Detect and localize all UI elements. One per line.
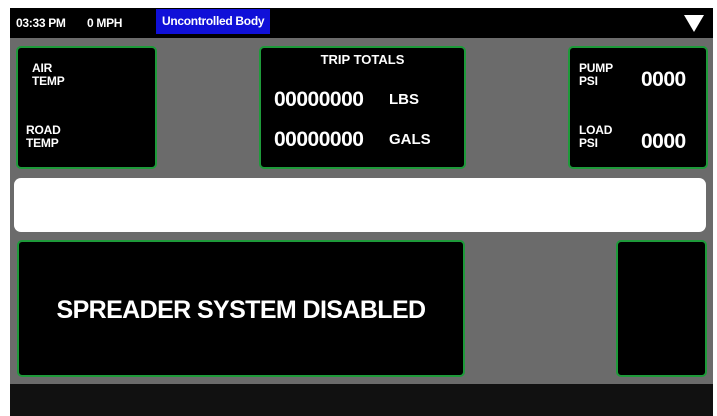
menu-toggle-button[interactable] [680,10,708,36]
spreader-status-text: SPREADER SYSTEM DISABLED [56,296,427,324]
display-screen: 03:33 PM 0 MPH Uncontrolled Body AIR TEM… [10,8,713,416]
load-psi-value: 0000 [641,130,686,153]
status-bar: 03:33 PM 0 MPH Uncontrolled Body [10,8,713,38]
trip-lbs-unit: LBS [389,91,419,108]
pressure-panel[interactable]: PUMP PSI 0000 LOAD PSI 0000 [568,46,708,169]
road-temp-label: ROAD TEMP [26,124,61,150]
bottom-bar [10,384,713,416]
trip-gals-unit: GALS [389,131,431,148]
trip-totals-panel[interactable]: TRIP TOTALS 00000000 LBS 00000000 GALS [259,46,466,169]
spreader-status-panel[interactable]: SPREADER SYSTEM DISABLED [17,240,465,377]
temperature-panel[interactable]: AIR TEMP ROAD TEMP [16,46,157,169]
auxiliary-panel[interactable] [616,240,707,377]
pump-psi-label-line2: PSI [579,74,598,88]
pump-psi-label: PUMP PSI [579,62,613,88]
triangle-down-icon [684,15,704,32]
load-psi-label-line2: PSI [579,136,598,150]
message-bar [14,178,706,232]
pump-psi-value: 0000 [641,68,686,91]
trip-gals-value: 00000000 [274,128,364,151]
speed-readout: 0 MPH [87,16,123,30]
load-psi-label: LOAD PSI [579,124,612,150]
air-temp-label-line2: TEMP [32,74,65,88]
trip-lbs-value: 00000000 [274,88,364,111]
mode-badge: Uncontrolled Body [156,9,271,34]
road-temp-label-line2: TEMP [26,136,59,150]
clock: 03:33 PM [16,16,66,30]
air-temp-label: AIR TEMP [32,62,65,88]
trip-totals-title: TRIP TOTALS [320,52,405,67]
